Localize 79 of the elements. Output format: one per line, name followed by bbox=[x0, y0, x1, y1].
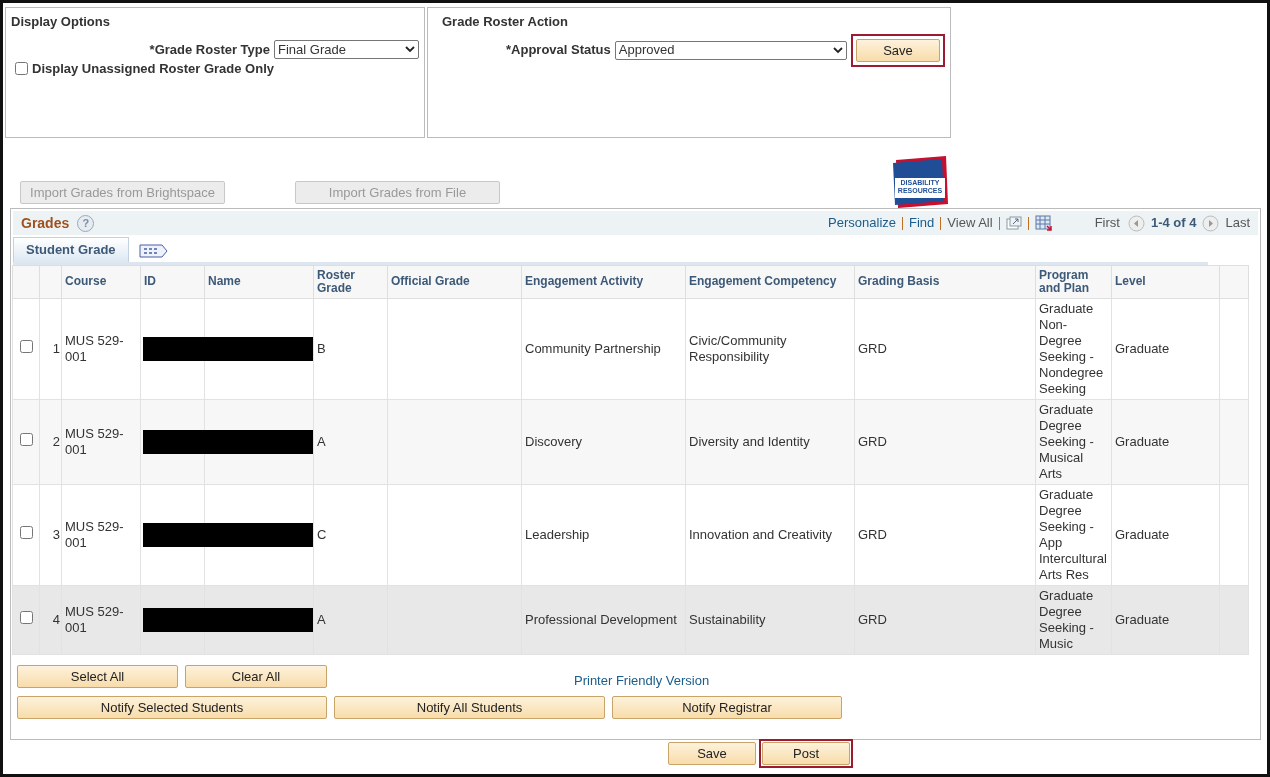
checkbox-label: Display Unassigned Roster Grade Only bbox=[32, 60, 275, 78]
save-button[interactable]: Save bbox=[856, 38, 940, 62]
column-header[interactable]: Level bbox=[1111, 265, 1220, 298]
column-header[interactable]: Program and Plan bbox=[1035, 265, 1112, 298]
table-cell: Graduate bbox=[1115, 433, 1170, 449]
row-number: 2 bbox=[52, 433, 60, 449]
column-header[interactable]: Official Grade bbox=[387, 265, 522, 298]
table-cell: Discovery bbox=[525, 433, 583, 449]
table-cell: B bbox=[317, 340, 326, 356]
last-link[interactable]: Last bbox=[1225, 213, 1250, 233]
logo bbox=[890, 154, 950, 210]
table-cell: Civic/Community Responsibility bbox=[689, 332, 787, 364]
table-cell: GRD bbox=[858, 433, 887, 449]
table-cell: Innovation and Creativity bbox=[689, 526, 833, 542]
show-all-columns-icon[interactable] bbox=[138, 243, 169, 258]
column-header[interactable]: Grading Basis bbox=[854, 265, 1036, 298]
column-header[interactable]: Course bbox=[61, 265, 141, 298]
table-cell: Professional Development bbox=[525, 611, 677, 627]
table-cell: Graduate Degree Seeking - App Intercultural Arts Res bbox=[1039, 486, 1107, 582]
table-cell: Sustainability bbox=[689, 611, 766, 627]
table-cell: MUS 529-001 bbox=[65, 603, 124, 635]
row-number: 1 bbox=[52, 340, 60, 356]
view-all-link[interactable]: View All bbox=[947, 213, 993, 233]
notify-button[interactable]: Notify Registrar bbox=[612, 695, 842, 719]
table-cell: Graduate Degree Seeking - Musical Arts bbox=[1039, 401, 1094, 481]
row-checkbox[interactable] bbox=[19, 611, 33, 624]
table-cell: Graduate bbox=[1115, 340, 1170, 356]
table-cell: Graduate bbox=[1115, 611, 1170, 627]
panel-title: Display Options bbox=[11, 13, 111, 31]
table-cell: GRD bbox=[858, 611, 887, 627]
save-button[interactable]: Save bbox=[668, 741, 756, 765]
grade-roster-type-dropdown[interactable]: Final Grade bbox=[274, 39, 419, 59]
column-header[interactable]: ID bbox=[140, 265, 205, 298]
table-cell: Graduate bbox=[1115, 526, 1170, 542]
tab[interactable]: Student Grade bbox=[13, 237, 129, 262]
table-cell: Leadership bbox=[525, 526, 590, 542]
panel-title: Grade Roster Action bbox=[442, 13, 569, 31]
download-grid-icon[interactable] bbox=[1034, 215, 1053, 231]
table-cell: C bbox=[317, 526, 327, 542]
next-button[interactable] bbox=[1202, 214, 1220, 232]
grid-title: Grades bbox=[21, 213, 70, 233]
table-cell: Graduate Degree Seeking - Music bbox=[1039, 587, 1094, 651]
row-range: 1-4 of 4 bbox=[1150, 214, 1197, 233]
row-number: 4 bbox=[52, 611, 60, 627]
caret-icon bbox=[405, 45, 415, 53]
new-window-icon[interactable] bbox=[1005, 216, 1022, 230]
table-cell: MUS 529-001 bbox=[65, 425, 124, 457]
table-cell: Diversity and Identity bbox=[689, 433, 810, 449]
previous-button[interactable] bbox=[1127, 214, 1145, 232]
post-button[interactable]: Post bbox=[762, 741, 850, 765]
row-number: 3 bbox=[52, 526, 60, 542]
table-cell: GRD bbox=[858, 526, 887, 542]
table-cell: MUS 529-001 bbox=[65, 332, 124, 364]
row-checkbox[interactable] bbox=[19, 526, 33, 539]
field-label: *Approval Status bbox=[506, 41, 611, 60]
field-label: *Grade Roster Type bbox=[149, 40, 270, 59]
grid-link[interactable]: Personalize bbox=[828, 213, 897, 233]
caret-icon bbox=[833, 46, 843, 54]
clear-all-button[interactable]: Clear All bbox=[185, 664, 327, 688]
notify-button[interactable]: Notify Selected Students bbox=[17, 695, 327, 719]
notify-button[interactable]: Notify All Students bbox=[334, 695, 605, 719]
column-header[interactable]: Name bbox=[204, 265, 314, 298]
table-cell: MUS 529-001 bbox=[65, 518, 124, 550]
checkbox[interactable] bbox=[15, 62, 28, 76]
row-checkbox[interactable] bbox=[19, 433, 33, 446]
table-cell: A bbox=[317, 611, 326, 627]
first-link[interactable]: First bbox=[1094, 213, 1120, 233]
row-checkbox[interactable] bbox=[19, 340, 33, 353]
column-header[interactable]: Roster Grade bbox=[313, 265, 388, 298]
grid-link[interactable]: Find bbox=[909, 213, 935, 233]
table-cell: Community Partnership bbox=[525, 340, 661, 356]
column-header[interactable]: Engagement Competency bbox=[685, 265, 855, 298]
select-all-button[interactable]: Select All bbox=[17, 664, 178, 688]
table-cell: GRD bbox=[858, 340, 887, 356]
table-cell: Graduate Non-Degree Seeking - Nondegree Seeking bbox=[1039, 300, 1104, 396]
printer-friendly-link[interactable]: Printer Friendly Version bbox=[574, 671, 710, 691]
column-header[interactable]: Engagement Activity bbox=[521, 265, 686, 298]
approval-status-dropdown[interactable]: Approved bbox=[614, 40, 847, 60]
table-cell: A bbox=[317, 433, 326, 449]
